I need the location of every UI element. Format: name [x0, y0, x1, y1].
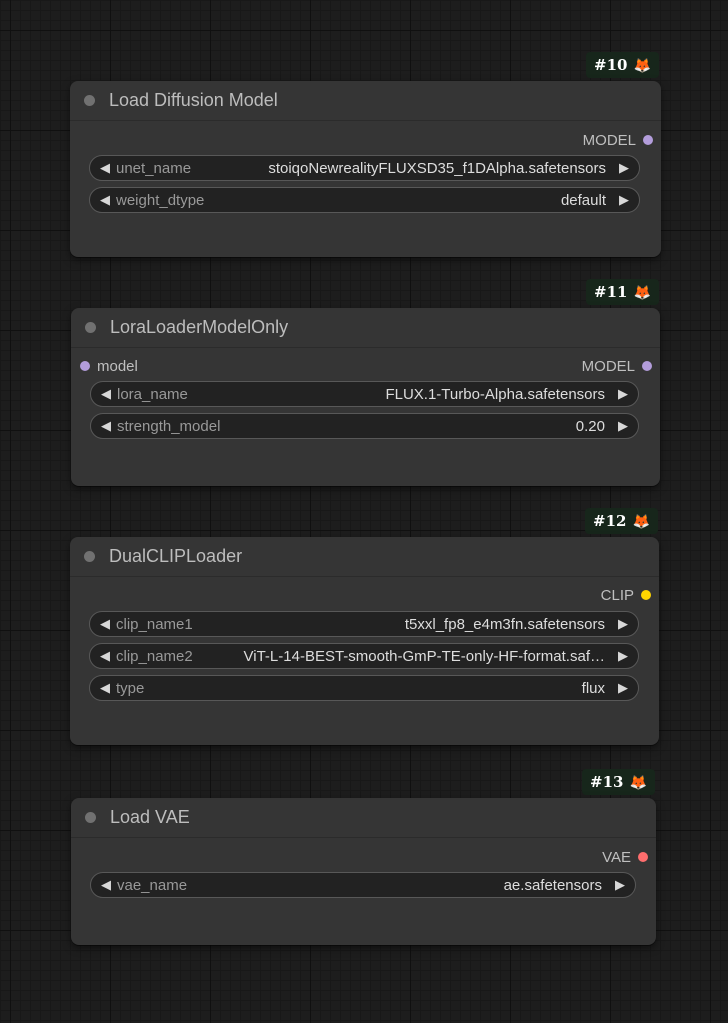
node-header[interactable]: Load VAE	[71, 798, 656, 838]
node-title: DualCLIPLoader	[109, 546, 243, 566]
arrow-right-icon[interactable]: ▶	[616, 188, 632, 212]
clip-slot-dot[interactable]	[641, 590, 651, 600]
widget-label: type	[116, 679, 145, 697]
node-load-diffusion-model[interactable]: Load Diffusion Model MODEL ◀ unet_name s…	[70, 81, 661, 257]
widget-type[interactable]: ◀ type flux ▶	[89, 675, 639, 701]
node-id-badge: #11 🦊	[586, 279, 659, 305]
widget-value[interactable]: ViT-L-14-BEST-smooth-GmP-TE-only-HF-form…	[203, 648, 605, 665]
node-title: Load VAE	[110, 807, 190, 827]
arrow-left-icon[interactable]: ◀	[97, 676, 113, 700]
widget-value[interactable]: flux	[156, 680, 605, 697]
widget-clip-name1[interactable]: ◀ clip_name1 t5xxl_fp8_e4m3fn.safetensor…	[89, 611, 639, 637]
arrow-right-icon[interactable]: ▶	[615, 612, 631, 636]
arrow-right-icon[interactable]: ▶	[615, 382, 631, 406]
output-slot-model[interactable]: MODEL	[582, 356, 652, 376]
widget-value[interactable]: stoiqoNewrealityFLUXSD35_f1DAlpha.safete…	[203, 160, 606, 177]
model-slot-dot[interactable]	[643, 135, 653, 145]
arrow-right-icon[interactable]: ▶	[615, 414, 631, 438]
output-slot-label: MODEL	[581, 357, 635, 375]
widget-value[interactable]: t5xxl_fp8_e4m3fn.safetensors	[205, 616, 605, 633]
node-id: #10	[594, 56, 628, 74]
collapse-toggle-dot[interactable]	[84, 551, 95, 562]
arrow-left-icon[interactable]: ◀	[98, 873, 114, 897]
output-slot-label: CLIP	[600, 586, 634, 604]
widget-value[interactable]: default	[216, 192, 606, 209]
widget-strength-model[interactable]: ◀ strength_model 0.20 ▶	[90, 413, 639, 439]
output-slot-label: VAE	[602, 848, 631, 866]
fox-icon: 🦊	[632, 513, 650, 529]
arrow-left-icon[interactable]: ◀	[97, 188, 113, 212]
fox-icon: 🦊	[633, 57, 651, 73]
widget-label: lora_name	[117, 385, 188, 403]
widget-label: strength_model	[117, 417, 221, 435]
node-id: #13	[590, 773, 624, 791]
widget-lora-name[interactable]: ◀ lora_name FLUX.1-Turbo-Alpha.safetenso…	[90, 381, 639, 407]
arrow-right-icon[interactable]: ▶	[615, 644, 631, 668]
arrow-left-icon[interactable]: ◀	[98, 414, 114, 438]
widget-clip-name2[interactable]: ◀ clip_name2 ViT-L-14-BEST-smooth-GmP-TE…	[89, 643, 639, 669]
node-id-badge: #10 🦊	[586, 52, 659, 78]
node-id: #12	[593, 512, 627, 530]
fox-icon: 🦊	[633, 284, 651, 300]
node-id: #11	[594, 283, 628, 301]
node-id-badge: #13 🦊	[582, 769, 655, 795]
fox-icon: 🦊	[629, 774, 647, 790]
arrow-right-icon[interactable]: ▶	[616, 156, 632, 180]
input-slot-label: model	[97, 357, 138, 375]
widget-label: vae_name	[117, 876, 188, 894]
arrow-right-icon[interactable]: ▶	[612, 873, 628, 897]
widget-value[interactable]: FLUX.1-Turbo-Alpha.safetensors	[200, 386, 605, 403]
widget-value[interactable]: 0.20	[232, 418, 605, 435]
widget-label: clip_name1	[116, 615, 193, 633]
arrow-left-icon[interactable]: ◀	[98, 382, 114, 406]
output-slot-clip[interactable]: CLIP	[601, 585, 651, 605]
output-slot-model[interactable]: MODEL	[583, 130, 653, 150]
model-slot-dot[interactable]	[642, 361, 652, 371]
widget-unet-name[interactable]: ◀ unet_name stoiqoNewrealityFLUXSD35_f1D…	[89, 155, 640, 181]
widget-label: clip_name2	[116, 647, 193, 665]
node-title: Load Diffusion Model	[109, 90, 278, 110]
collapse-toggle-dot[interactable]	[85, 812, 96, 823]
node-id-badge: #12 🦊	[585, 508, 658, 534]
output-slot-label: MODEL	[582, 131, 636, 149]
model-slot-dot[interactable]	[80, 361, 90, 371]
widget-label: unet_name	[116, 159, 192, 177]
widget-value[interactable]: ae.safetensors	[199, 877, 602, 894]
widget-label: weight_dtype	[116, 191, 205, 209]
collapse-toggle-dot[interactable]	[85, 322, 96, 333]
node-lora-loader-model-only[interactable]: LoraLoaderModelOnly model MODEL ◀ lora_n…	[71, 308, 660, 486]
widget-vae-name[interactable]: ◀ vae_name ae.safetensors ▶	[90, 872, 636, 898]
vae-slot-dot[interactable]	[638, 852, 648, 862]
node-dual-clip-loader[interactable]: DualCLIPLoader CLIP ◀ clip_name1 t5xxl_f…	[70, 537, 659, 745]
output-slot-vae[interactable]: VAE	[602, 847, 648, 867]
arrow-right-icon[interactable]: ▶	[615, 676, 631, 700]
node-header[interactable]: LoraLoaderModelOnly	[71, 308, 660, 348]
node-header[interactable]: DualCLIPLoader	[70, 537, 659, 577]
node-load-vae[interactable]: Load VAE VAE ◀ vae_name ae.safetensors ▶	[71, 798, 656, 945]
arrow-left-icon[interactable]: ◀	[97, 644, 113, 668]
node-title: LoraLoaderModelOnly	[110, 317, 289, 337]
arrow-left-icon[interactable]: ◀	[97, 612, 113, 636]
collapse-toggle-dot[interactable]	[84, 95, 95, 106]
input-slot-model[interactable]: model	[80, 356, 138, 376]
widget-weight-dtype[interactable]: ◀ weight_dtype default ▶	[89, 187, 640, 213]
node-header[interactable]: Load Diffusion Model	[70, 81, 661, 121]
arrow-left-icon[interactable]: ◀	[97, 156, 113, 180]
